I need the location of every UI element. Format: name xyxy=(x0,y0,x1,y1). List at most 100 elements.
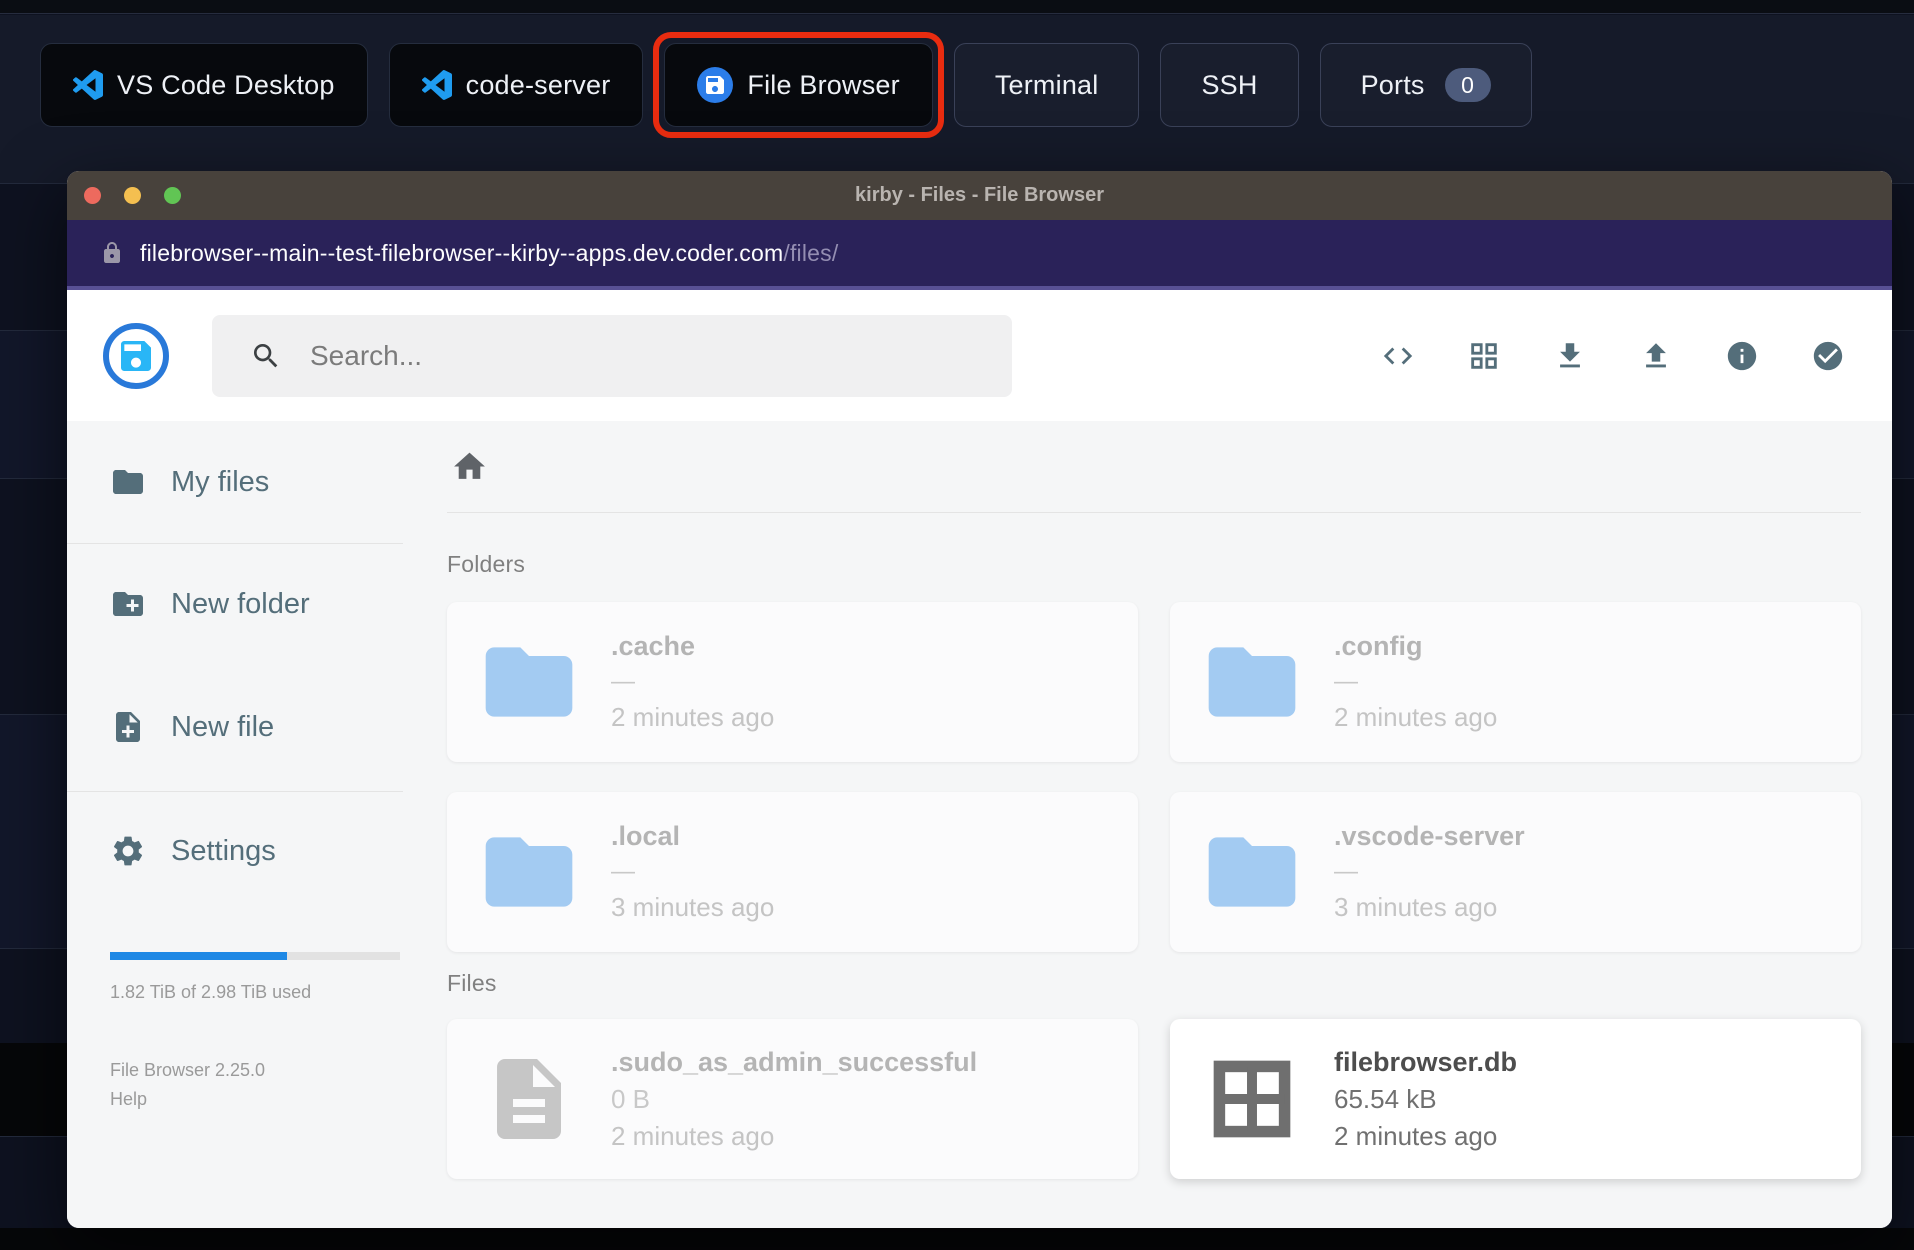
folder-card-cache[interactable]: .cache — 2 minutes ago xyxy=(447,602,1138,762)
window-titlebar: kirby - Files - File Browser xyxy=(67,171,1892,220)
home-icon xyxy=(453,452,485,479)
taskbar-button-vscode-desktop[interactable]: VS Code Desktop xyxy=(40,43,368,127)
item-name: .config xyxy=(1334,631,1423,661)
zoom-window-button[interactable] xyxy=(164,187,181,204)
item-name: filebrowser.db xyxy=(1334,1046,1518,1077)
background-bottom-strip xyxy=(0,1228,1914,1250)
code-view-button[interactable] xyxy=(1376,334,1420,378)
traffic-lights xyxy=(84,171,181,220)
item-size: 65.54 kB xyxy=(1334,1083,1437,1114)
taskbar-button-label: VS Code Desktop xyxy=(117,69,335,100)
section-heading-files: Files xyxy=(447,970,497,996)
item-modified-time: 2 minutes ago xyxy=(611,702,775,732)
help-link[interactable]: Help xyxy=(110,1089,403,1110)
folder-icon xyxy=(1208,837,1296,907)
storage-progress-bar xyxy=(110,952,400,960)
app-taskbar: VS Code Desktop code-server File Browser… xyxy=(0,0,1914,170)
settings-gear-icon xyxy=(113,836,143,866)
select-all-button[interactable] xyxy=(1806,334,1850,378)
ports-count-badge: 0 xyxy=(1444,68,1491,102)
grid-view-button[interactable] xyxy=(1462,334,1506,378)
file-card-filebrowser-db[interactable]: filebrowser.db 65.54 kB 2 minutes ago xyxy=(1170,1019,1861,1179)
item-size: — xyxy=(611,668,635,695)
sidebar-item-settings[interactable]: Settings xyxy=(67,823,403,879)
item-modified-time: 3 minutes ago xyxy=(1334,892,1498,922)
item-modified-time: 2 minutes ago xyxy=(611,1120,775,1151)
sidebar-item-label: New folder xyxy=(171,587,310,620)
item-modified-time: 2 minutes ago xyxy=(1334,702,1498,732)
note-add-icon xyxy=(116,712,140,742)
filebrowser-icon xyxy=(697,67,734,103)
folder-icon xyxy=(113,470,143,494)
taskbar-button-ssh[interactable]: SSH xyxy=(1160,43,1299,127)
lock-icon xyxy=(104,242,120,263)
item-modified-time: 3 minutes ago xyxy=(611,892,775,922)
check-circle-icon xyxy=(1813,341,1843,370)
sidebar: My files New folder New file Settings 1.… xyxy=(67,421,403,1228)
taskbar-button-ports[interactable]: Ports 0 xyxy=(1319,43,1532,127)
taskbar-button-label: code-server xyxy=(465,69,611,100)
folder-icon xyxy=(1208,647,1296,717)
upload-button[interactable] xyxy=(1634,334,1678,378)
vscode-icon xyxy=(73,70,103,100)
floppy-disk-icon xyxy=(121,340,151,371)
sidebar-divider xyxy=(67,543,403,544)
folder-card-local[interactable]: .local — 3 minutes ago xyxy=(447,792,1138,952)
toolbar-icons xyxy=(1376,334,1892,378)
filebrowser-logo[interactable] xyxy=(103,322,169,389)
url-text: filebrowser--main--test-filebrowser--kir… xyxy=(140,239,839,266)
search-bar[interactable] xyxy=(212,314,1012,397)
filebrowser-header xyxy=(67,290,1892,421)
item-modified-time: 2 minutes ago xyxy=(1334,1120,1498,1151)
sidebar-item-label: Settings xyxy=(171,834,276,867)
sidebar-item-new-folder[interactable]: New folder xyxy=(67,576,403,632)
download-icon xyxy=(1560,342,1580,367)
taskbar-button-terminal[interactable]: Terminal xyxy=(953,43,1140,127)
folder-icon xyxy=(485,837,573,907)
app-version-label: File Browser 2.25.0 xyxy=(110,1060,266,1080)
home-breadcrumb-button[interactable] xyxy=(447,445,491,489)
item-name: .cache xyxy=(611,631,696,661)
storage-usage-label: 1.82 TiB of 2.98 TiB used xyxy=(110,982,312,1002)
folder-card-config[interactable]: .config — 2 minutes ago xyxy=(1170,602,1861,762)
folder-card-vscode-server[interactable]: .vscode-server — 3 minutes ago xyxy=(1170,792,1861,952)
browser-window: kirby - Files - File Browser filebrowser… xyxy=(67,171,1892,1228)
item-name: .local xyxy=(611,821,681,851)
close-window-button[interactable] xyxy=(84,187,101,204)
info-button[interactable] xyxy=(1720,334,1764,378)
grid-view-icon xyxy=(1471,342,1497,369)
search-input[interactable] xyxy=(310,339,950,372)
create-new-folder-icon xyxy=(113,592,143,616)
folders-grid: .cache — 2 minutes ago .config — 2 minut… xyxy=(447,602,1861,952)
breadcrumb xyxy=(447,421,1861,513)
item-size: — xyxy=(611,858,635,885)
taskbar-button-label: File Browser xyxy=(747,69,900,100)
info-icon xyxy=(1727,341,1757,370)
database-grid-icon xyxy=(1213,1060,1291,1138)
window-title: kirby - Files - File Browser xyxy=(855,184,1104,206)
sidebar-item-label: New file xyxy=(171,710,275,743)
folder-icon xyxy=(485,647,573,717)
window-content: My files New folder New file Settings 1.… xyxy=(67,421,1892,1228)
search-icon xyxy=(254,343,278,367)
upload-icon xyxy=(1646,342,1666,367)
download-button[interactable] xyxy=(1548,334,1592,378)
taskbar-button-code-server[interactable]: code-server xyxy=(388,43,644,127)
sidebar-item-new-file[interactable]: New file xyxy=(67,699,403,755)
item-size: — xyxy=(1334,858,1358,885)
file-card-sudo-as-admin[interactable]: .sudo_as_admin_successful 0 B 2 minutes … xyxy=(447,1019,1138,1179)
code-icon xyxy=(1383,347,1413,364)
sidebar-item-my-files[interactable]: My files xyxy=(67,454,403,510)
document-icon xyxy=(497,1059,561,1139)
taskbar-button-label: Ports xyxy=(1360,69,1425,100)
address-bar[interactable]: filebrowser--main--test-filebrowser--kir… xyxy=(67,220,1892,290)
vscode-icon xyxy=(421,70,452,100)
item-name: .sudo_as_admin_successful xyxy=(611,1046,978,1077)
files-grid: .sudo_as_admin_successful 0 B 2 minutes … xyxy=(447,1019,1861,1179)
taskbar-button-file-browser[interactable]: File Browser xyxy=(664,43,933,127)
taskbar-button-label: SSH xyxy=(1201,69,1258,100)
item-name: .vscode-server xyxy=(1334,821,1525,851)
taskbar-button-label: Terminal xyxy=(994,69,1099,100)
minimize-window-button[interactable] xyxy=(124,187,141,204)
item-size: 0 B xyxy=(611,1083,651,1114)
